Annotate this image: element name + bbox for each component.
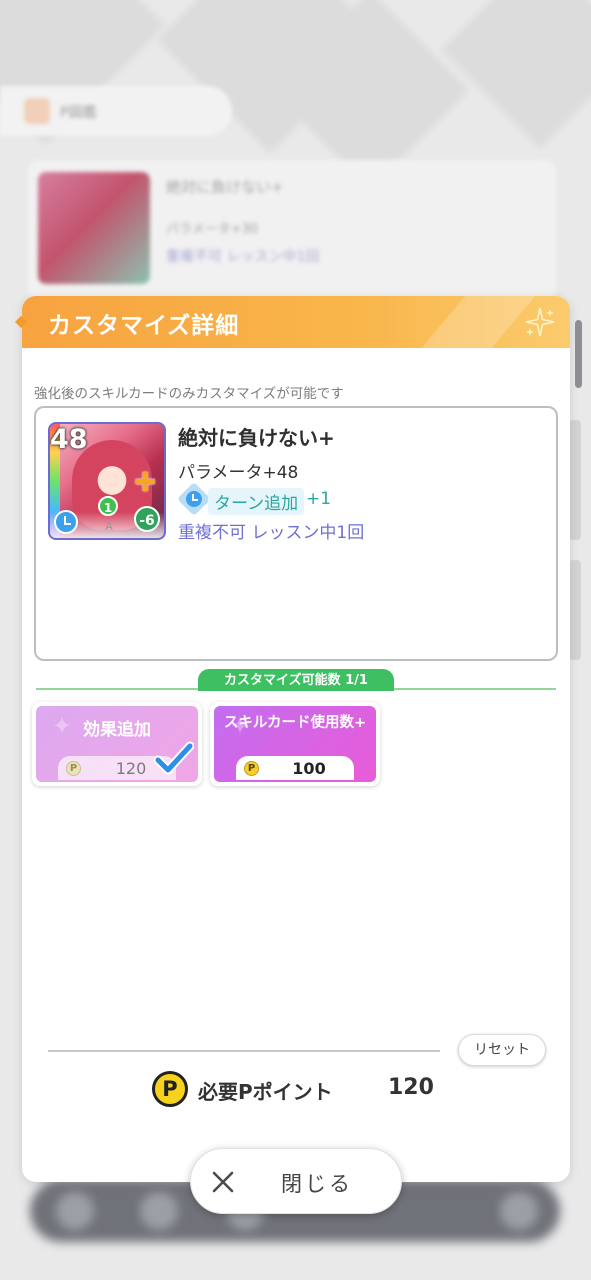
- header-diamond-icon: ◆: [15, 311, 28, 330]
- required-points-value: 120: [388, 1075, 434, 1100]
- reset-button[interactable]: リセット: [458, 1034, 546, 1066]
- header-stripe: [406, 296, 544, 348]
- check-icon: [154, 741, 194, 775]
- bg-side-strip: [569, 560, 581, 660]
- bg-dock-home-icon: [56, 1192, 94, 1230]
- bg-decoration: [441, 0, 591, 149]
- option-price-value: 100: [292, 759, 326, 778]
- close-icon: [212, 1171, 234, 1193]
- option-face: ✦ スキルカード使用数+ P 100: [214, 706, 376, 782]
- p-coin-icon: P: [66, 761, 81, 776]
- effect-value: +1: [306, 489, 332, 509]
- option-label: 効果追加: [83, 720, 151, 740]
- effect-label: ターン追加: [208, 488, 305, 515]
- bg-library-label: P図鑑: [60, 105, 97, 121]
- bg-skill-card: 絶対に負けない+ パラメータ+30 重複不可 レッスン中1回: [28, 160, 556, 300]
- close-label: 閉じる: [281, 1172, 353, 1196]
- footer-divider: [48, 1050, 440, 1052]
- card-turn-icon: [54, 510, 78, 534]
- bg-library-tab: P図鑑: [0, 86, 232, 136]
- bg-dock-menu-icon: [500, 1192, 538, 1230]
- modal-header: カスタマイズ詳細: [22, 296, 570, 348]
- bg-card-title: 絶対に負けない+: [166, 178, 284, 196]
- card-cost: 48: [50, 424, 88, 455]
- skill-card-panel: 48 ✚ 1 A -6 絶対に負けない+ パラメータ+48 ターン追加 +1 重…: [34, 406, 558, 661]
- card-plus-icon: ✚: [134, 468, 156, 498]
- option-effect-add[interactable]: ✦ 効果追加 P 120: [32, 702, 202, 786]
- bg-library-icon: [24, 98, 50, 124]
- option-card-usage-plus[interactable]: ✦ スキルカード使用数+ P 100: [210, 702, 380, 786]
- customize-detail-modal: カスタマイズ詳細 ◆ 強化後のスキルカードのみカスタマイズが可能です 48 ✚ …: [15, 296, 570, 1182]
- p-coin-icon: P: [152, 1071, 188, 1107]
- card-rank: A: [105, 520, 113, 533]
- card-limit: 重複不可 レッスン中1回: [178, 523, 365, 543]
- modal-title: カスタマイズ詳細: [48, 313, 240, 339]
- option-label: スキルカード使用数+: [223, 715, 367, 731]
- card-parameter: パラメータ+48: [178, 463, 299, 483]
- bg-card-param: パラメータ+30: [166, 222, 259, 237]
- skill-card-image: 48 ✚ 1 A -6: [48, 422, 166, 540]
- card-stamina-badge: -6: [134, 506, 160, 532]
- bg-card-limit: 重複不可 レッスン中1回: [166, 249, 320, 265]
- turn-clock-icon: [177, 482, 211, 516]
- customize-notice: 強化後のスキルカードのみカスタマイズが可能です: [34, 386, 344, 402]
- customize-count-badge: カスタマイズ可能数 1/1: [198, 669, 394, 691]
- p-coin-icon: P: [244, 761, 259, 776]
- scrollbar[interactable]: [575, 320, 582, 388]
- option-price: P 100: [236, 756, 354, 780]
- bg-side-strip: [569, 420, 581, 540]
- required-points: P 必要Pポイント 120: [152, 1070, 452, 1108]
- required-points-label: 必要Pポイント: [198, 1080, 333, 1104]
- bg-dock-icon: [140, 1192, 178, 1230]
- sparkle-icon: [525, 307, 555, 337]
- close-button[interactable]: 閉じる: [190, 1148, 402, 1214]
- card-name: 絶対に負けない+: [178, 426, 335, 450]
- bg-card-thumbnail: [38, 172, 150, 284]
- card-level-badge: 1: [98, 496, 118, 516]
